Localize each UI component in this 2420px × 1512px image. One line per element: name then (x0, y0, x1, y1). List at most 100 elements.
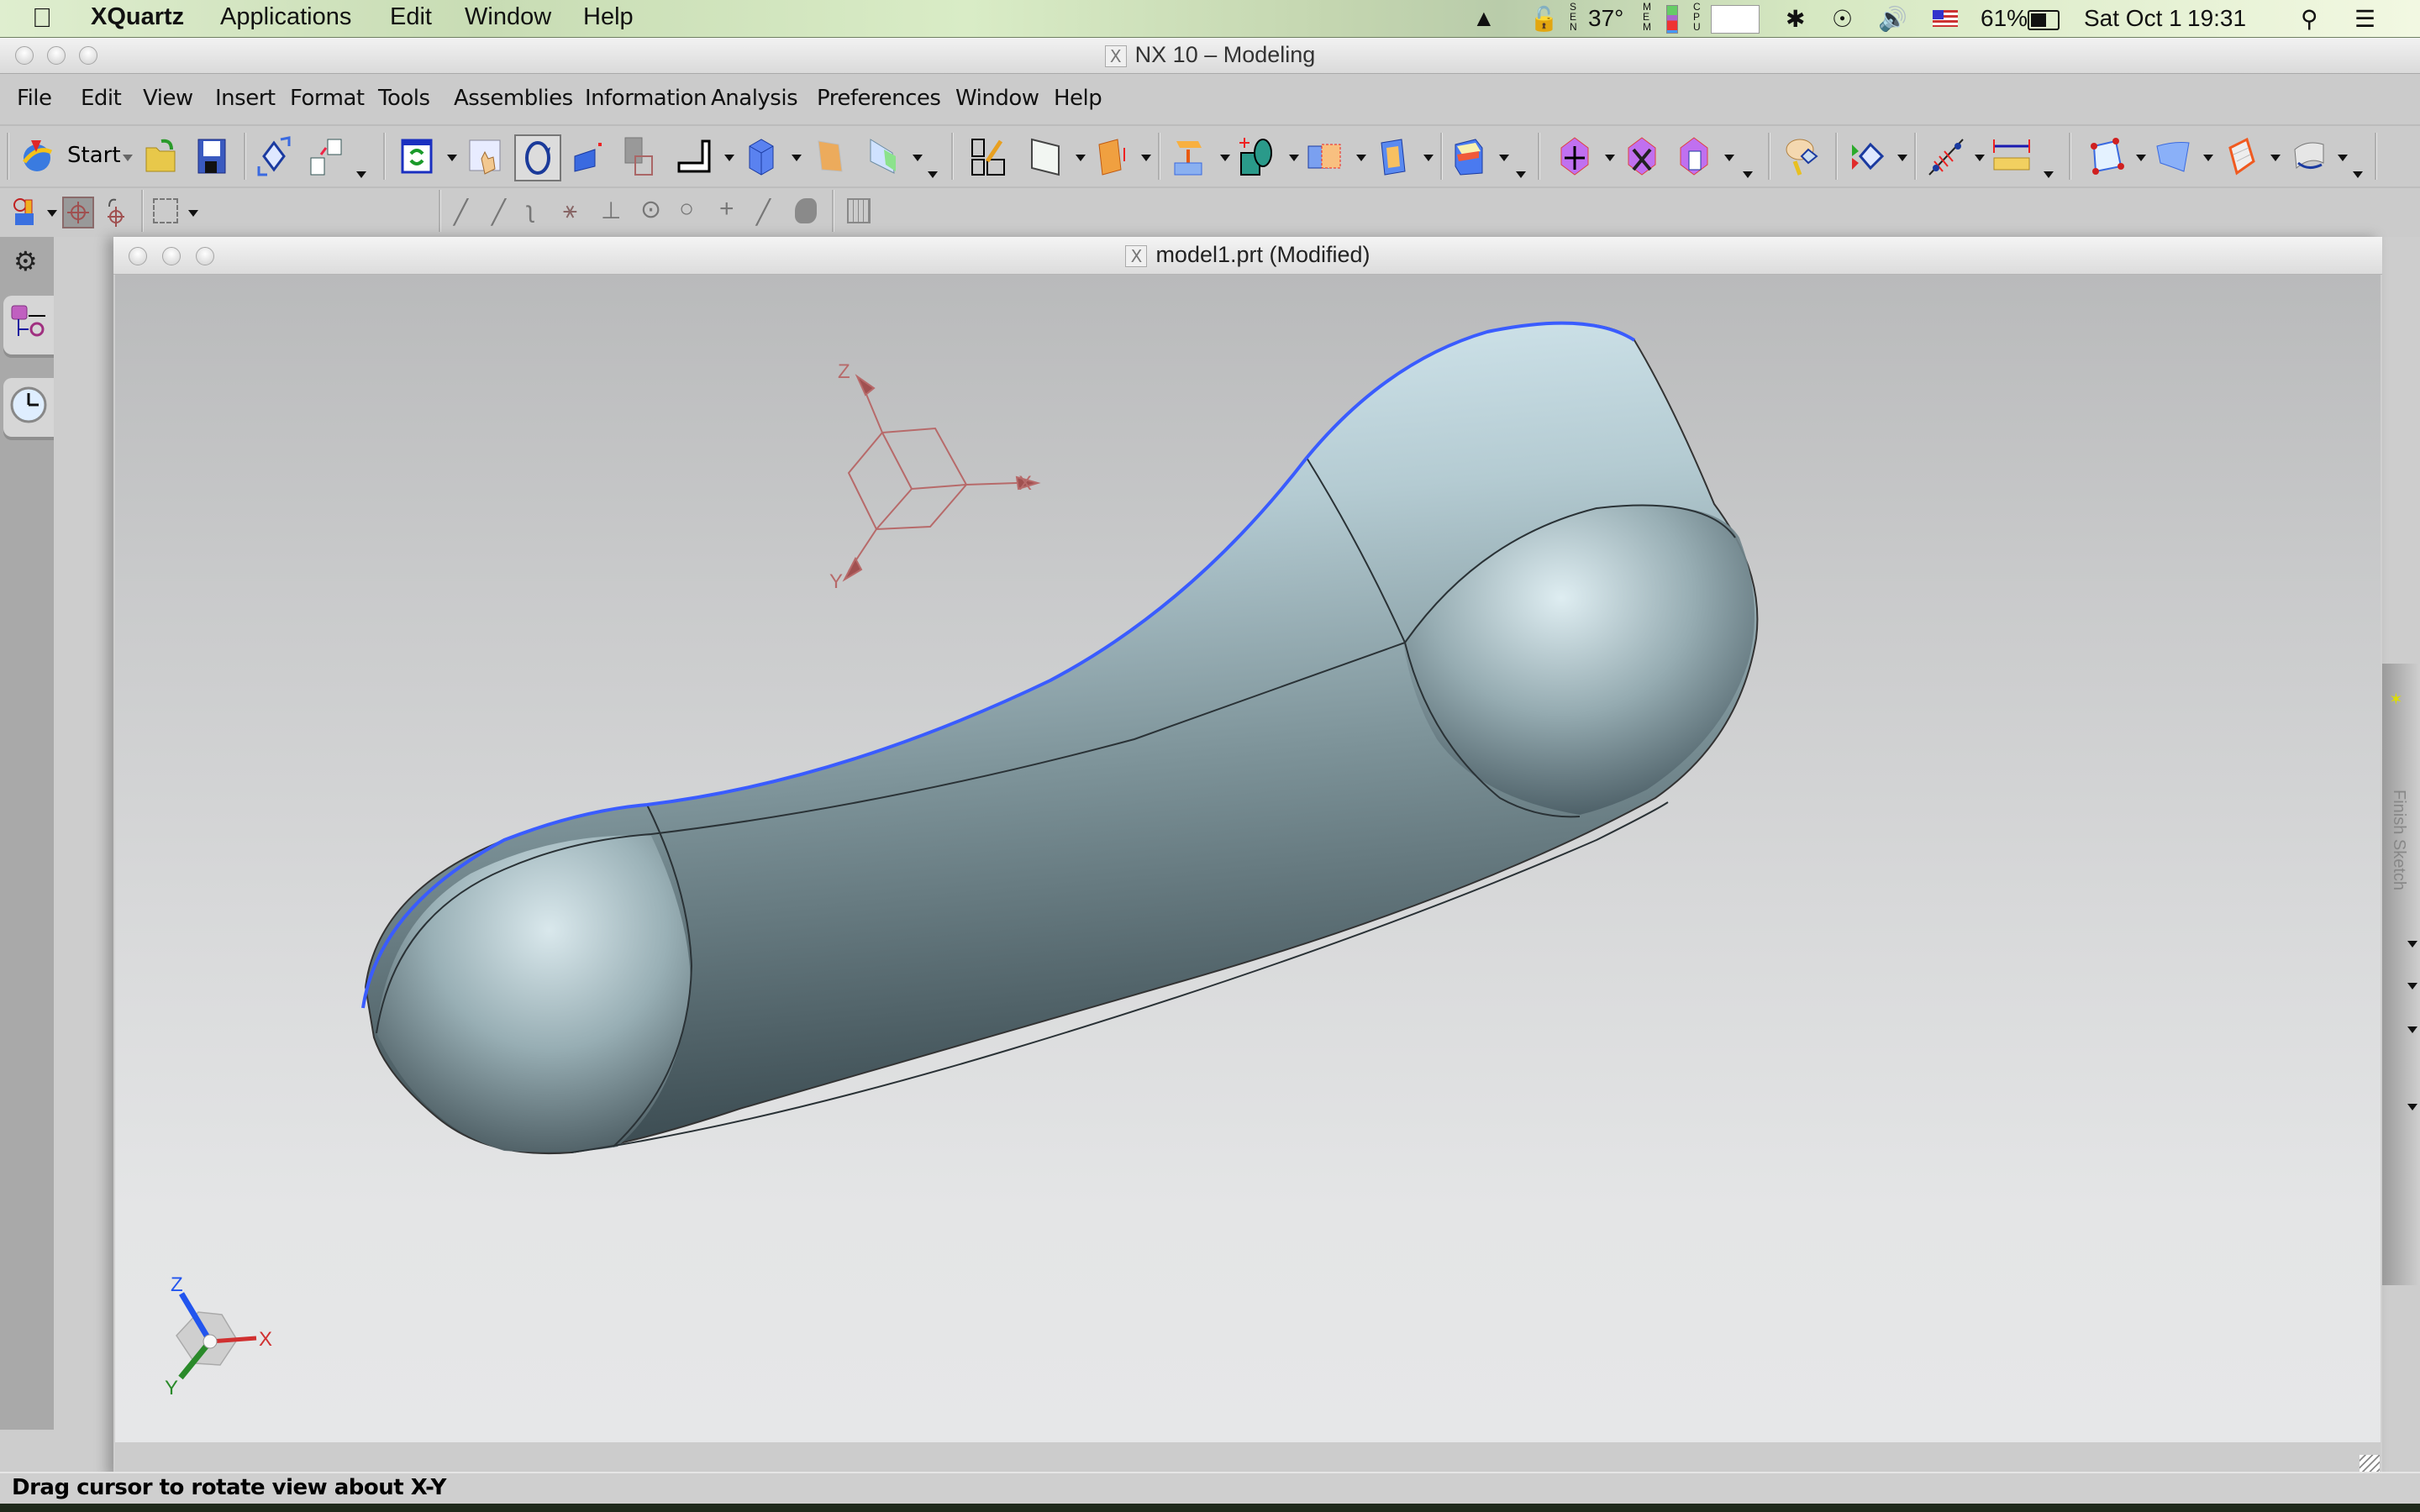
rotate-icon[interactable] (514, 134, 561, 181)
selection-scope-icon[interactable] (153, 198, 178, 223)
four-point-surface-icon[interactable] (2084, 134, 2128, 178)
existing-point-icon[interactable]: ○ (679, 195, 694, 223)
finish-sketch-label[interactable]: Finish Sketch (2389, 790, 2408, 890)
datum-csys[interactable] (842, 374, 1041, 582)
wifi-icon[interactable]: ☉ (1832, 5, 1853, 33)
grid-icon[interactable] (847, 198, 871, 223)
volume-icon[interactable]: 🔊 (1878, 5, 1907, 33)
studio-surface-icon[interactable] (2151, 134, 2195, 178)
mid-point-icon[interactable]: ╱ (492, 198, 506, 226)
point-on-curve-icon[interactable]: + (719, 195, 734, 223)
menu-assemblies[interactable]: Assemblies (454, 86, 573, 111)
menu-format[interactable]: Format (290, 86, 365, 111)
mac-menu-edit[interactable]: Edit (390, 3, 432, 31)
roles-gear-icon[interactable]: ⚙ (13, 245, 38, 277)
pan-icon[interactable] (464, 134, 508, 178)
mac-menu-help[interactable]: Help (583, 3, 634, 31)
arc-center-icon[interactable]: ⊥ (601, 197, 621, 224)
cube-view-icon[interactable] (739, 134, 783, 178)
shell-icon[interactable] (1370, 134, 1413, 178)
menu-analysis[interactable]: Analysis (711, 86, 798, 111)
view-triad[interactable] (176, 1292, 257, 1380)
menu-edit[interactable]: Edit (81, 86, 122, 111)
move-face-icon[interactable] (1166, 134, 1210, 178)
show-hide-icon[interactable] (1845, 134, 1889, 178)
copy-object-icon[interactable] (1672, 134, 1716, 178)
battery-percent[interactable]: 61% (1981, 5, 2028, 32)
mac-menu-window[interactable]: Window (465, 3, 551, 31)
date-label[interactable]: Sat Oct 1 (2084, 5, 2182, 32)
history-tab[interactable] (3, 378, 54, 437)
x11-icon: X (1104, 45, 1127, 67)
face-icon[interactable] (795, 198, 817, 223)
part-navigator-tab[interactable] (3, 296, 54, 354)
memory-label: MEM (1643, 1, 1651, 33)
quadrant-icon[interactable]: ⊙ (640, 195, 661, 224)
cpu-meter-icon[interactable] (1711, 5, 1760, 34)
open-icon[interactable] (139, 134, 183, 178)
battery-icon[interactable] (2028, 10, 2060, 30)
csys-y-label: Y (829, 570, 843, 593)
notification-center-icon[interactable]: ☰ (2354, 5, 2375, 33)
temperature-readout[interactable]: 37° (1588, 5, 1623, 32)
zoom-icon[interactable] (566, 134, 610, 178)
time-label[interactable]: 19:31 (2187, 5, 2246, 32)
edit-object-display-icon[interactable] (1780, 134, 1823, 178)
move-object-icon[interactable] (1553, 134, 1597, 178)
menu-preferences[interactable]: Preferences (817, 86, 941, 111)
type-filter-icon[interactable] (12, 197, 40, 231)
end-point-icon[interactable]: ╱ (454, 198, 468, 226)
layer-icon[interactable] (617, 134, 660, 178)
sweep-icon[interactable] (2287, 134, 2331, 178)
offset-icon[interactable] (1302, 134, 1346, 178)
face-display-icon[interactable] (860, 134, 904, 178)
memory-meter-icon[interactable] (1666, 5, 1678, 34)
edge-display-icon[interactable] (807, 134, 850, 178)
menu-file[interactable]: File (17, 86, 52, 111)
intersection-icon[interactable]: ⚹ (563, 197, 577, 224)
resource-bar: ⚙ (0, 237, 54, 1430)
3d-viewport[interactable]: Z X Y Z X Y (115, 275, 2381, 1442)
spotlight-search-icon[interactable]: ⚲ (2301, 5, 2318, 33)
menu-information[interactable]: Information (585, 86, 708, 111)
app-name-menu[interactable]: XQuartz (91, 3, 184, 31)
menu-window[interactable]: Window (955, 86, 1039, 111)
x11-icon: X (1125, 244, 1148, 267)
refresh-icon[interactable] (395, 134, 439, 178)
snap-toggle-icon[interactable] (62, 197, 94, 228)
model-canvas[interactable]: Z X Y Z X Y (115, 275, 2381, 1442)
menu-view[interactable]: View (143, 86, 193, 111)
csys-x-label: X (1018, 472, 1032, 495)
wave-link-icon[interactable] (252, 134, 296, 178)
sketch-line-icon[interactable] (672, 134, 716, 178)
assembly-structure-icon[interactable] (304, 134, 348, 178)
menu-tools[interactable]: Tools (378, 86, 430, 111)
menu-insert[interactable]: Insert (215, 86, 276, 111)
extrude-icon[interactable] (1089, 134, 1133, 178)
datum-plane-icon[interactable] (1023, 134, 1067, 178)
new-sketch-icon[interactable]: ✶ (2389, 689, 2403, 710)
start-icon[interactable] (15, 134, 59, 178)
delete-object-icon[interactable] (1620, 134, 1664, 178)
menu-help[interactable]: Help (1054, 86, 1102, 111)
control-point-icon[interactable]: ʅ (528, 197, 533, 223)
apple-menu-icon[interactable]:  (32, 3, 52, 34)
mac-dock (0, 1504, 2420, 1512)
triad-y-label: Y (165, 1377, 178, 1399)
csys-z-label: Z (838, 360, 850, 383)
boolean-icon[interactable] (1235, 134, 1279, 178)
sketch-icon[interactable] (966, 134, 1010, 178)
bluetooth-icon[interactable]: ✱ (1786, 5, 1805, 33)
analysis-icon[interactable] (1924, 134, 1968, 178)
mac-menu-applications[interactable]: Applications (220, 3, 351, 31)
start-button-label[interactable]: Start (67, 143, 121, 168)
x-form-icon[interactable] (2218, 134, 2262, 178)
growl-icon[interactable]: ▲ (1472, 5, 1496, 32)
lock-icon[interactable]: 🔓 (1529, 5, 1559, 33)
save-icon[interactable] (190, 134, 234, 178)
undo-selection-icon[interactable] (101, 195, 129, 231)
point-on-surface-icon[interactable]: ╱ (756, 198, 771, 226)
measure-distance-icon[interactable] (1990, 134, 2033, 178)
edge-blend-icon[interactable] (1447, 134, 1491, 178)
us-flag-input-icon[interactable] (1933, 10, 1958, 27)
